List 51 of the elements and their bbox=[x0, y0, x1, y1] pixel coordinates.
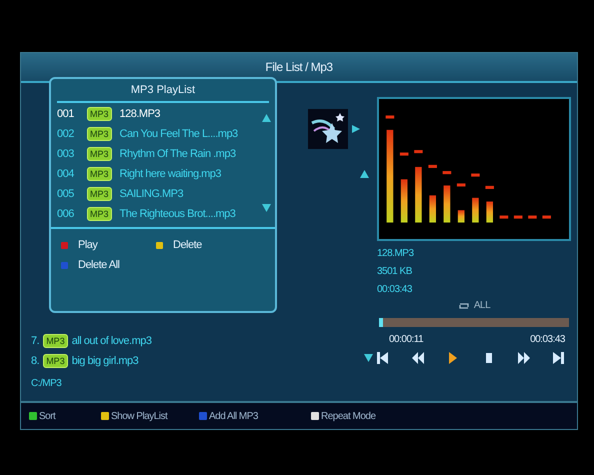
file-type-badge: MP3 bbox=[87, 207, 112, 221]
window-title: File List / Mp3 bbox=[21, 53, 577, 83]
file-type-badge: MP3 bbox=[87, 147, 112, 161]
file-index: 7. bbox=[31, 335, 40, 347]
repeat-icon bbox=[458, 300, 470, 310]
playlist-track[interactable]: SAILING.MP3 bbox=[120, 188, 184, 200]
down-arrow-icon bbox=[364, 354, 373, 362]
elapsed-time: 00:00:11 bbox=[389, 334, 424, 345]
track-number: 004 bbox=[57, 168, 75, 180]
file-name[interactable]: big big girl.mp3 bbox=[72, 355, 138, 367]
playlist-track[interactable]: Right here waiting.mp3 bbox=[120, 168, 222, 180]
file-name[interactable]: all out of love.mp3 bbox=[72, 335, 152, 347]
file-type-badge: MP3 bbox=[43, 334, 68, 348]
track-number: 005 bbox=[57, 188, 75, 200]
key-hint: Play bbox=[78, 239, 98, 251]
rewind-icon[interactable] bbox=[412, 352, 424, 364]
track-number: 003 bbox=[57, 148, 75, 160]
track-number: 001 bbox=[57, 108, 75, 120]
footer-hint: Sort bbox=[39, 410, 56, 422]
playlist-track[interactable]: Can You Feel The L....mp3 bbox=[120, 128, 238, 140]
track-number: 002 bbox=[57, 128, 75, 140]
total-time: 00:03:43 bbox=[530, 334, 565, 345]
file-type-badge: MP3 bbox=[87, 127, 112, 141]
track-number: 006 bbox=[57, 208, 75, 220]
footer-hint: Add All MP3 bbox=[209, 410, 258, 422]
playlist-track[interactable]: 128.MP3 bbox=[120, 108, 160, 120]
scroll-up-icon bbox=[262, 114, 271, 122]
fast-forward-icon[interactable] bbox=[518, 352, 530, 364]
folder-path: C:/MP3 bbox=[31, 378, 62, 389]
file-type-badge: MP3 bbox=[87, 187, 112, 201]
key-hint: Delete bbox=[173, 239, 202, 251]
right-arrow-icon bbox=[352, 125, 360, 133]
file-type-badge: MP3 bbox=[87, 107, 112, 121]
up-arrow-icon bbox=[360, 170, 369, 178]
skip-back-icon[interactable] bbox=[377, 352, 389, 364]
playlist-track[interactable]: Rhythm Of The Rain .mp3 bbox=[120, 148, 236, 160]
skip-forward-icon[interactable] bbox=[552, 352, 565, 364]
file-type-badge: MP3 bbox=[43, 354, 68, 368]
playlist-track[interactable]: The Righteous Brot....mp3 bbox=[120, 208, 236, 220]
key-hint: Delete All bbox=[78, 259, 120, 271]
file-size: 3501 KB bbox=[377, 266, 413, 277]
track-duration: 00:03:43 bbox=[377, 284, 413, 295]
file-type-badge: MP3 bbox=[87, 167, 112, 181]
scroll-down-icon bbox=[262, 204, 271, 212]
footer-hint: Repeat Mode bbox=[321, 410, 376, 422]
popup-title: MP3 PlayList bbox=[57, 79, 269, 103]
repeat-mode: ALL bbox=[474, 300, 490, 311]
play-icon[interactable] bbox=[447, 352, 460, 364]
file-index: 8. bbox=[31, 355, 40, 367]
track-name: 128.MP3 bbox=[377, 248, 415, 259]
footer-hint: Show PlayList bbox=[111, 410, 168, 422]
